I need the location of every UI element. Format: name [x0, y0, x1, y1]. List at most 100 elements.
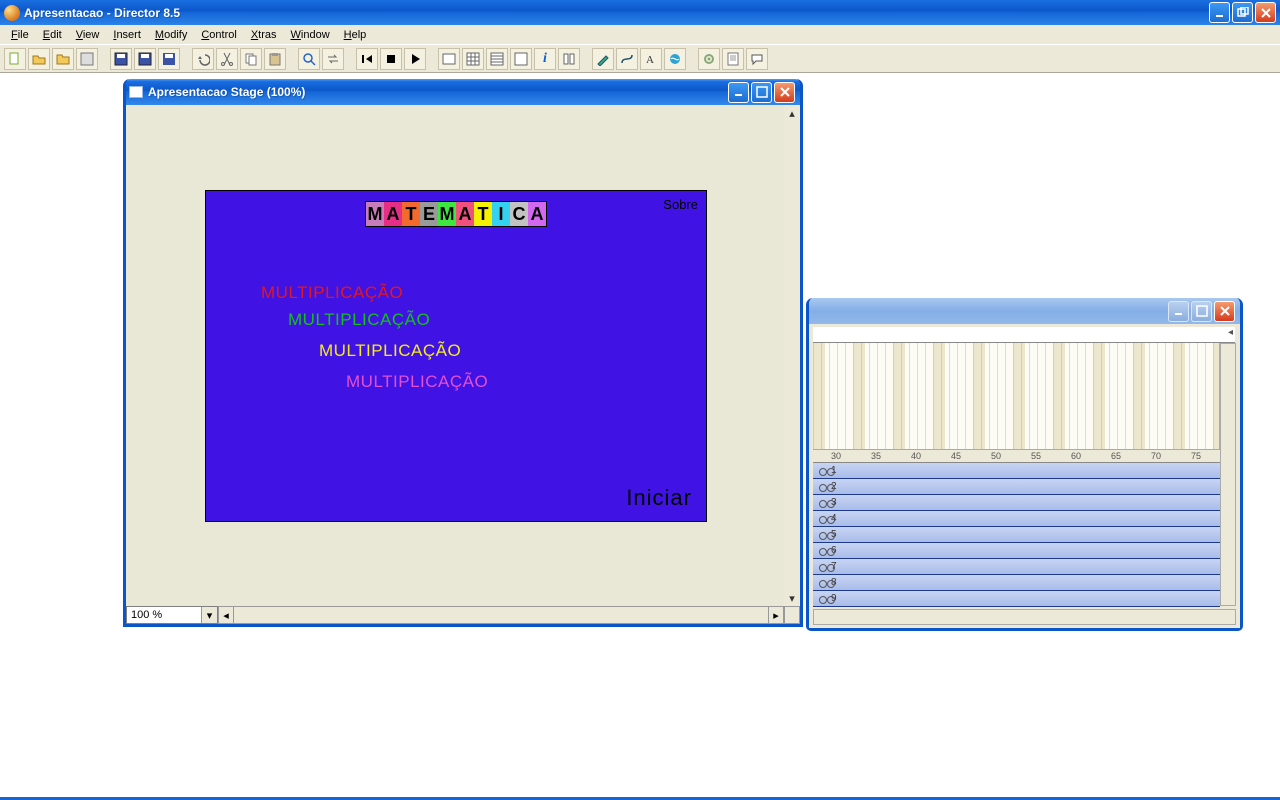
tb-cut[interactable]	[216, 48, 238, 70]
title-matematica: MATEMATICA	[365, 201, 547, 227]
score-channel-row[interactable]: 1	[813, 463, 1220, 479]
tb-publish[interactable]	[158, 48, 180, 70]
score-channel-row[interactable]: 7	[813, 559, 1220, 575]
score-channel-row[interactable]: 4	[813, 511, 1220, 527]
close-button[interactable]	[1255, 2, 1276, 23]
score-channel-row[interactable]: 9	[813, 591, 1220, 607]
tb-open[interactable]	[28, 48, 50, 70]
resize-grip[interactable]	[784, 606, 800, 624]
svg-text:A: A	[646, 54, 654, 66]
stage-scene: Sobre MATEMATICA MULTIPLICAÇÃOMULTIPLICA…	[205, 190, 707, 522]
app-icon	[4, 5, 20, 21]
tb-message[interactable]	[746, 48, 768, 70]
tb-find[interactable]	[298, 48, 320, 70]
tb-undo[interactable]	[192, 48, 214, 70]
score-vertical-scrollbar[interactable]	[1220, 343, 1236, 606]
sobre-link[interactable]: Sobre	[663, 197, 698, 212]
scroll-right-icon[interactable]: ▸	[768, 606, 784, 624]
menu-insert[interactable]: Insert	[106, 28, 148, 42]
tb-stop[interactable]	[380, 48, 402, 70]
stage-close-button[interactable]	[774, 82, 795, 103]
zoom-selector[interactable]: 100 % ▾	[126, 606, 218, 624]
tb-cast[interactable]	[462, 48, 484, 70]
tb-paint[interactable]	[592, 48, 614, 70]
tb-behavior[interactable]	[698, 48, 720, 70]
score-channel-row[interactable]: 3	[813, 495, 1220, 511]
menu-edit[interactable]: Edit	[36, 28, 69, 42]
stage-canvas[interactable]: Sobre MATEMATICA MULTIPLICAÇÃOMULTIPLICA…	[126, 105, 784, 606]
tb-new[interactable]	[4, 48, 26, 70]
scroll-down-icon[interactable]: ▾	[784, 590, 800, 606]
menu-multiplicacao[interactable]: MULTIPLICAÇÃO	[319, 341, 461, 361]
menu-modify[interactable]: Modify	[148, 28, 194, 42]
tb-shockwave[interactable]	[664, 48, 686, 70]
menu-multiplicacao[interactable]: MULTIPLICAÇÃO	[346, 372, 488, 392]
tb-save2[interactable]	[134, 48, 156, 70]
title-letter: A	[456, 202, 474, 226]
tb-save-all[interactable]	[76, 48, 98, 70]
title-letter: T	[474, 202, 492, 226]
menu-control[interactable]: Control	[194, 28, 243, 42]
tb-score[interactable]	[486, 48, 508, 70]
tb-copy[interactable]	[240, 48, 262, 70]
menu-window[interactable]: Window	[284, 28, 337, 42]
stage-window: Apresentacao Stage (100%) Sobre MATEMATI…	[123, 79, 803, 627]
score-timeline[interactable]	[813, 343, 1220, 449]
stage-vertical-scrollbar[interactable]: ▴ ▾	[784, 105, 800, 606]
stage-maximize-button[interactable]	[751, 82, 772, 103]
title-letter: M	[366, 202, 384, 226]
tb-inspector[interactable]: i	[534, 48, 556, 70]
tb-vector[interactable]	[616, 48, 638, 70]
scroll-up-icon[interactable]: ▴	[784, 105, 800, 121]
scroll-left-icon[interactable]: ◂	[218, 606, 234, 624]
ruler-mark: 70	[1151, 451, 1161, 461]
tb-folder[interactable]	[52, 48, 74, 70]
score-channel-row[interactable]: 6	[813, 543, 1220, 559]
maximize-button[interactable]	[1232, 2, 1253, 23]
score-channel-row[interactable]: 5	[813, 527, 1220, 543]
tb-paste[interactable]	[264, 48, 286, 70]
score-channel-row[interactable]: 2	[813, 479, 1220, 495]
title-letter: I	[492, 202, 510, 226]
ruler-mark: 50	[991, 451, 1001, 461]
stage-titlebar[interactable]: Apresentacao Stage (100%)	[126, 79, 800, 105]
stage-horizontal-scrollbar[interactable]	[234, 606, 768, 624]
tb-script[interactable]	[722, 48, 744, 70]
menu-xtras[interactable]: Xtras	[244, 28, 284, 42]
title-letter: E	[420, 202, 438, 226]
menu-file[interactable]: File	[4, 28, 36, 42]
score-channel-row[interactable]: 8	[813, 575, 1220, 591]
chevron-down-icon[interactable]: ▾	[201, 607, 217, 623]
ruler-mark: 75	[1191, 451, 1201, 461]
tb-exchange[interactable]	[322, 48, 344, 70]
ruler-mark: 40	[911, 451, 921, 461]
tb-library[interactable]	[558, 48, 580, 70]
tb-text[interactable]: A	[640, 48, 662, 70]
ruler-mark: 35	[871, 451, 881, 461]
tb-property[interactable]	[510, 48, 532, 70]
tb-rewind[interactable]	[356, 48, 378, 70]
score-horizontal-scrollbar[interactable]	[813, 609, 1236, 625]
score-titlebar[interactable]	[809, 298, 1240, 324]
menu-multiplicacao[interactable]: MULTIPLICAÇÃO	[288, 310, 430, 330]
toolbar: i A	[0, 45, 1280, 73]
tb-stage[interactable]	[438, 48, 460, 70]
tb-save[interactable]	[110, 48, 132, 70]
score-marker-strip[interactable]	[813, 327, 1235, 343]
menu-view[interactable]: View	[69, 28, 107, 42]
score-close-button[interactable]	[1214, 301, 1235, 322]
score-maximize-button[interactable]	[1191, 301, 1212, 322]
tb-play[interactable]	[404, 48, 426, 70]
iniciar-button[interactable]: Iniciar	[626, 485, 692, 511]
menu-help[interactable]: Help	[337, 28, 374, 42]
score-window: 30354045505560657075 123456789	[806, 298, 1243, 631]
minimize-button[interactable]	[1209, 2, 1230, 23]
ruler-mark: 65	[1111, 451, 1121, 461]
score-ruler: 30354045505560657075	[813, 449, 1220, 463]
stage-minimize-button[interactable]	[728, 82, 749, 103]
score-channels: 123456789	[813, 463, 1220, 607]
score-minimize-button[interactable]	[1168, 301, 1189, 322]
app-titlebar: Apresentacao - Director 8.5	[0, 0, 1280, 25]
stage-icon	[129, 86, 143, 98]
menu-multiplicacao[interactable]: MULTIPLICAÇÃO	[261, 283, 403, 303]
